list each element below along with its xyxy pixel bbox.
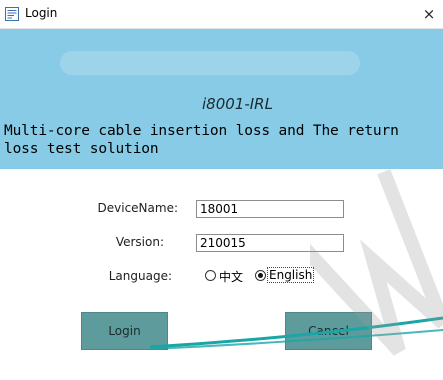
- language-label: Language:: [108, 269, 172, 283]
- language-option-english[interactable]: English: [266, 267, 315, 283]
- language-option-chinese[interactable]: 中文: [219, 268, 243, 285]
- login-window: Login × i8001-IRL Multi-core cable inser…: [0, 0, 443, 380]
- header-banner: i8001-IRL Multi-core cable insertion los…: [0, 29, 443, 169]
- language-radio-english[interactable]: [255, 270, 266, 281]
- cancel-button[interactable]: Cancel: [285, 312, 372, 350]
- window-title: Login: [25, 6, 58, 20]
- app-form-icon: [5, 7, 19, 21]
- close-button[interactable]: ×: [415, 0, 443, 28]
- login-button[interactable]: Login: [81, 312, 168, 350]
- banner-watermark: [60, 51, 360, 75]
- device-name-label: DeviceName:: [97, 201, 178, 215]
- title-bar: Login ×: [0, 0, 443, 29]
- version-input[interactable]: [196, 234, 344, 252]
- version-label: Version:: [115, 235, 164, 249]
- product-name: i8001-IRL: [202, 95, 273, 113]
- product-description: Multi-core cable insertion loss and The …: [4, 123, 399, 157]
- device-name-input[interactable]: [196, 200, 344, 218]
- language-radio-chinese[interactable]: [205, 270, 216, 281]
